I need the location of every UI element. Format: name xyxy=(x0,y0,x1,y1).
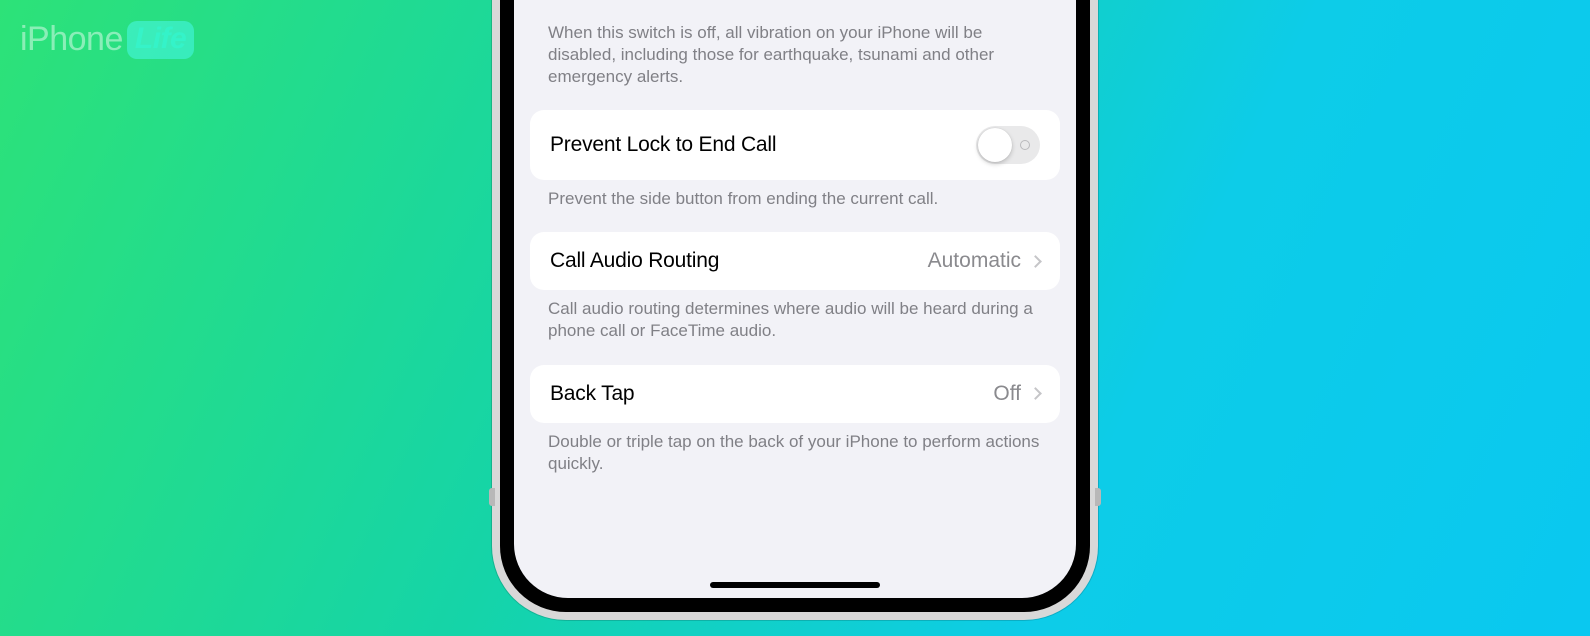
call-audio-footer: Call audio routing determines where audi… xyxy=(530,290,1060,364)
watermark-suffix: Life xyxy=(127,21,194,59)
back-tap-value: Off xyxy=(993,382,1021,406)
vibration-footer-text: When this switch is off, all vibration o… xyxy=(530,0,1060,110)
iphone-inner-frame: When this switch is off, all vibration o… xyxy=(500,0,1090,612)
chevron-right-icon xyxy=(1029,255,1042,268)
toggle-off-indicator-icon xyxy=(1020,140,1030,150)
home-indicator-icon[interactable] xyxy=(710,582,880,588)
call-audio-value: Automatic xyxy=(928,249,1021,273)
prevent-lock-label: Prevent Lock to End Call xyxy=(550,133,776,157)
iphone-device-frame: When this switch is off, all vibration o… xyxy=(492,0,1098,620)
iphone-screen: When this switch is off, all vibration o… xyxy=(514,0,1076,598)
prevent-lock-toggle[interactable] xyxy=(976,126,1040,164)
toggle-knob xyxy=(978,128,1012,162)
back-tap-cell[interactable]: Back Tap Off xyxy=(530,365,1060,423)
iphonelife-watermark: iPhone Life xyxy=(20,20,194,59)
watermark-brand: iPhone xyxy=(20,20,123,59)
call-audio-label: Call Audio Routing xyxy=(550,249,719,273)
call-audio-value-wrap: Automatic xyxy=(928,249,1040,273)
settings-content: When this switch is off, all vibration o… xyxy=(514,0,1076,497)
call-audio-routing-cell[interactable]: Call Audio Routing Automatic xyxy=(530,232,1060,290)
chevron-right-icon xyxy=(1029,387,1042,400)
prevent-lock-footer: Prevent the side button from ending the … xyxy=(530,180,1060,232)
back-tap-label: Back Tap xyxy=(550,382,634,406)
prevent-lock-cell[interactable]: Prevent Lock to End Call xyxy=(530,110,1060,180)
back-tap-value-wrap: Off xyxy=(993,382,1040,406)
back-tap-footer: Double or triple tap on the back of your… xyxy=(530,423,1060,497)
